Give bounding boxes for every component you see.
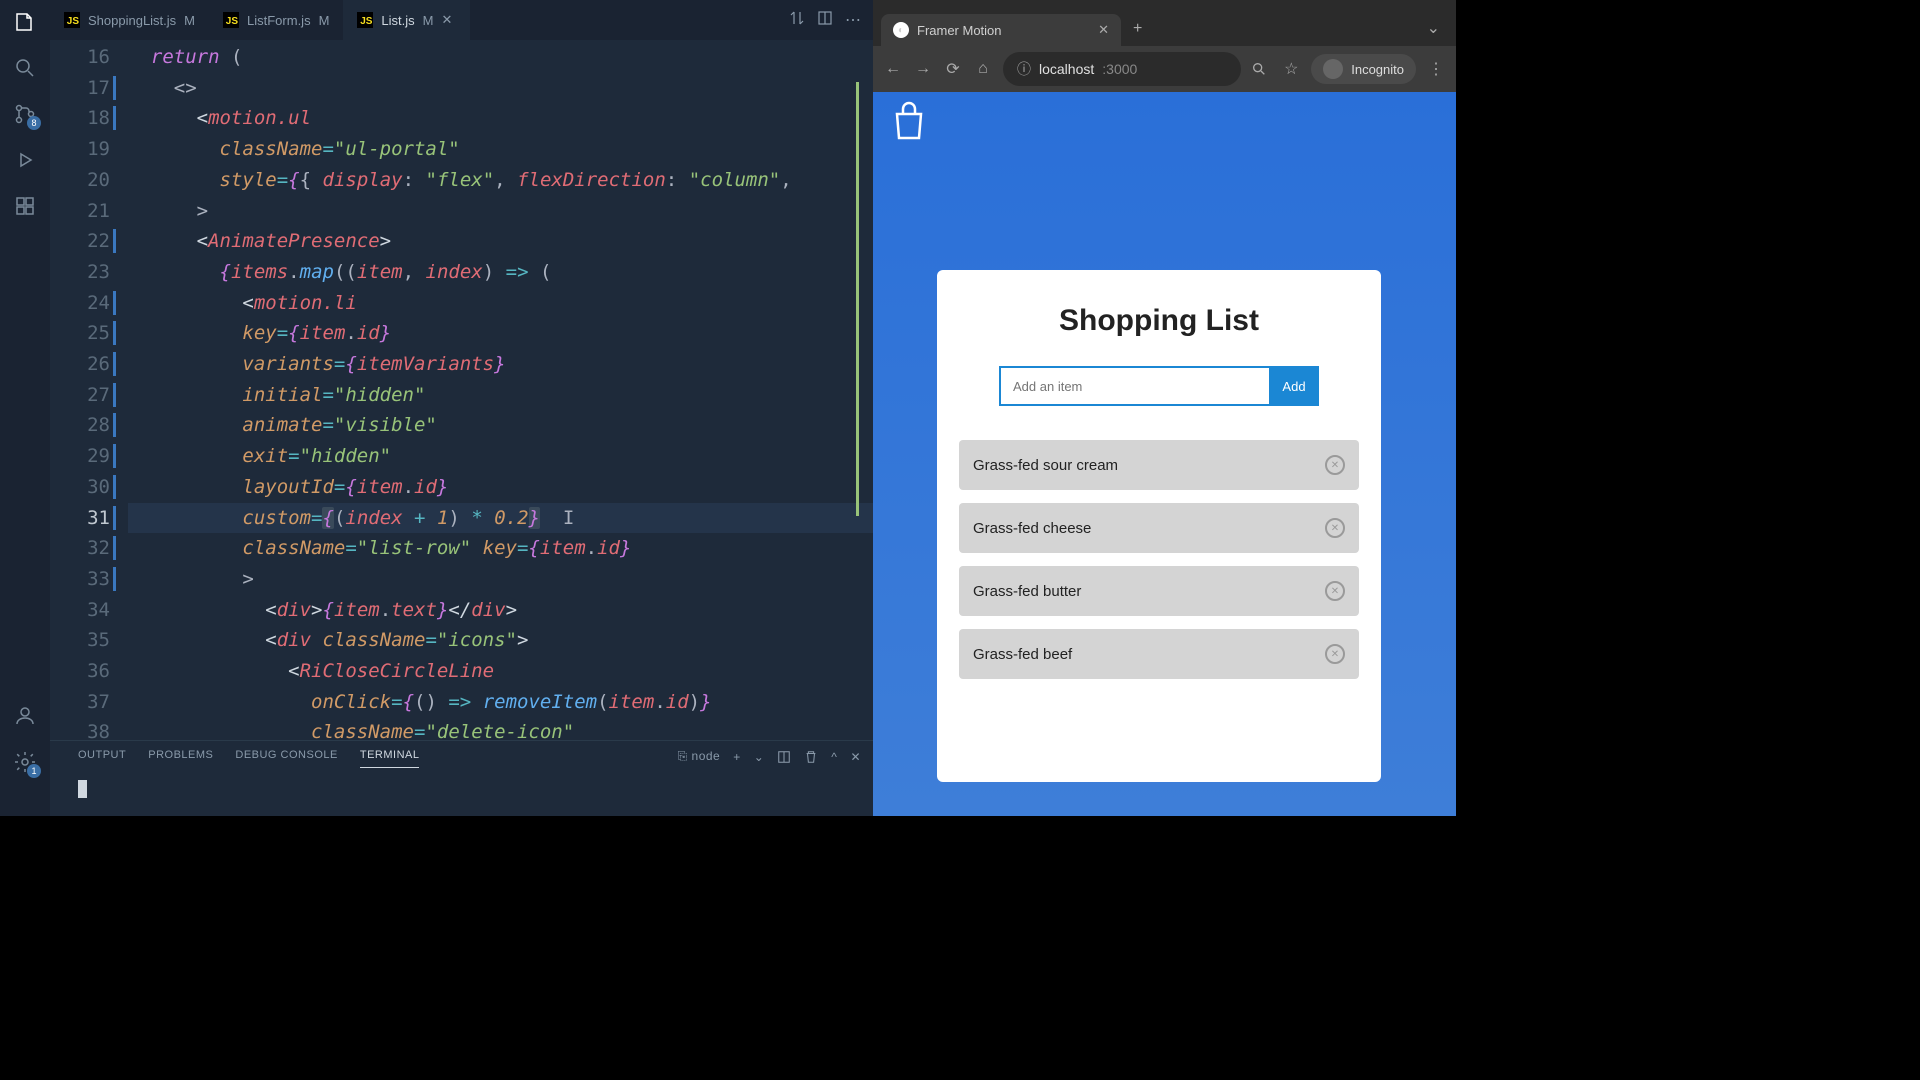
- item-text: Grass-fed butter: [973, 583, 1081, 600]
- list-item[interactable]: Grass-fed beef ✕: [959, 629, 1359, 679]
- tab-label: List.js: [381, 13, 414, 28]
- activity-bar: 8 1: [0, 0, 50, 816]
- tab-actions: ⋯: [789, 10, 873, 30]
- search-icon[interactable]: [11, 54, 39, 82]
- js-file-icon: JS: [223, 12, 239, 28]
- search-icon[interactable]: [1251, 61, 1271, 77]
- favicon-icon: ◐: [893, 22, 909, 38]
- add-item-input[interactable]: [999, 366, 1269, 406]
- js-file-icon: JS: [357, 12, 373, 28]
- shopping-bag-icon[interactable]: [891, 100, 927, 140]
- site-info-icon[interactable]: ⓘ: [1017, 59, 1031, 79]
- item-text: Grass-fed cheese: [973, 520, 1091, 537]
- settings-badge: 1: [27, 764, 41, 778]
- split-editor-icon[interactable]: [817, 10, 833, 30]
- browser-tabs: ◐ Framer Motion ✕ + ⌄: [873, 0, 1456, 46]
- modified-indicator: M: [423, 13, 434, 28]
- bottom-panel: OUTPUT PROBLEMS DEBUG CONSOLE TERMINAL ⎘…: [50, 740, 873, 816]
- panel-tab-debug[interactable]: DEBUG CONSOLE: [235, 749, 337, 768]
- item-text: Grass-fed beef: [973, 646, 1072, 663]
- tab-list[interactable]: JS List.js M ✕: [343, 0, 469, 40]
- minimap[interactable]: [856, 40, 859, 740]
- delete-item-icon[interactable]: ✕: [1325, 644, 1345, 664]
- tab-label: ListForm.js: [247, 13, 311, 28]
- split-terminal-icon[interactable]: [777, 750, 791, 764]
- js-file-icon: JS: [64, 12, 80, 28]
- scm-badge: 8: [27, 116, 41, 130]
- tab-shoppinglist[interactable]: JS ShoppingList.js M: [50, 0, 209, 40]
- delete-item-icon[interactable]: ✕: [1325, 518, 1345, 538]
- list-item[interactable]: Grass-fed cheese ✕: [959, 503, 1359, 553]
- delete-item-icon[interactable]: ✕: [1325, 581, 1345, 601]
- list-item[interactable]: Grass-fed butter ✕: [959, 566, 1359, 616]
- explorer-icon[interactable]: [11, 8, 39, 36]
- add-button[interactable]: Add: [1269, 366, 1319, 406]
- add-item-form: Add: [959, 366, 1359, 406]
- back-icon[interactable]: ←: [883, 60, 903, 78]
- account-icon[interactable]: [11, 702, 39, 730]
- page-title: Shopping List: [959, 304, 1359, 338]
- terminal-dropdown-icon[interactable]: ⌄: [754, 750, 765, 764]
- panel-tabs: OUTPUT PROBLEMS DEBUG CONSOLE TERMINAL ⎘…: [50, 741, 873, 768]
- page-content: Shopping List Add Grass-fed sour cream✕G…: [873, 92, 1456, 816]
- maximize-panel-icon[interactable]: ^: [831, 750, 837, 764]
- vscode-window: 8 1 JS ShoppingList.js M JS ListForm.js: [0, 0, 873, 816]
- tab-label: ShoppingList.js: [88, 13, 176, 28]
- home-icon[interactable]: ⌂: [973, 60, 993, 78]
- items-list: Grass-fed sour cream✕Grass-fed cheese✕Gr…: [959, 440, 1359, 679]
- shell-select[interactable]: ⎘ node: [678, 749, 721, 764]
- line-gutter: 1617181920212223242526272829303132333435…: [50, 40, 128, 740]
- shopping-list-card: Shopping List Add Grass-fed sour cream✕G…: [937, 270, 1381, 782]
- gear-icon[interactable]: 1: [11, 748, 39, 776]
- modified-indicator: M: [184, 13, 195, 28]
- more-icon[interactable]: ⋯: [845, 10, 861, 30]
- new-tab-icon[interactable]: +: [1121, 12, 1154, 46]
- tab-title: Framer Motion: [917, 23, 1002, 38]
- extensions-icon[interactable]: [11, 192, 39, 220]
- panel-tab-terminal[interactable]: TERMINAL: [360, 749, 420, 768]
- browser-toolbar: ← → ⟳ ⌂ ⓘ localhost :3000 ☆ Incognito ⋮: [873, 46, 1456, 92]
- panel-tab-problems[interactable]: PROBLEMS: [148, 749, 213, 768]
- editor-tabs: JS ShoppingList.js M JS ListForm.js M JS…: [50, 0, 873, 40]
- close-tab-icon[interactable]: ✕: [1098, 22, 1109, 38]
- delete-item-icon[interactable]: ✕: [1325, 455, 1345, 475]
- new-terminal-icon[interactable]: +: [733, 750, 741, 764]
- debug-icon[interactable]: [11, 146, 39, 174]
- bookmark-icon[interactable]: ☆: [1281, 59, 1301, 79]
- item-text: Grass-fed sour cream: [973, 457, 1118, 474]
- incognito-icon: [1323, 59, 1343, 79]
- compare-icon[interactable]: [789, 10, 805, 30]
- kill-terminal-icon[interactable]: [804, 750, 818, 764]
- reload-icon[interactable]: ⟳: [943, 59, 963, 79]
- incognito-badge[interactable]: Incognito: [1311, 54, 1416, 84]
- terminal[interactable]: [50, 768, 873, 803]
- editor-area[interactable]: 1617181920212223242526272829303132333435…: [50, 40, 873, 740]
- url-port: :3000: [1102, 61, 1137, 77]
- incognito-label: Incognito: [1351, 62, 1404, 77]
- url-host: localhost: [1039, 61, 1094, 77]
- list-item[interactable]: Grass-fed sour cream ✕: [959, 440, 1359, 490]
- terminal-cursor: [78, 780, 87, 798]
- browser-tab[interactable]: ◐ Framer Motion ✕: [881, 14, 1121, 46]
- url-bar[interactable]: ⓘ localhost :3000: [1003, 52, 1241, 86]
- menu-icon[interactable]: ⋮: [1426, 59, 1446, 79]
- forward-icon[interactable]: →: [913, 60, 933, 78]
- code-content[interactable]: return ( <> <motion.ul className="ul-por…: [128, 40, 873, 740]
- modified-indicator: M: [319, 13, 330, 28]
- close-icon[interactable]: ✕: [442, 12, 456, 28]
- panel-tab-output[interactable]: OUTPUT: [78, 749, 126, 768]
- source-control-icon[interactable]: 8: [11, 100, 39, 128]
- browser-window: ◐ Framer Motion ✕ + ⌄ ← → ⟳ ⌂ ⓘ localhos…: [873, 0, 1456, 816]
- close-panel-icon[interactable]: ✕: [850, 750, 861, 764]
- expand-tabs-icon[interactable]: ⌄: [1419, 10, 1448, 46]
- tab-listform[interactable]: JS ListForm.js M: [209, 0, 343, 40]
